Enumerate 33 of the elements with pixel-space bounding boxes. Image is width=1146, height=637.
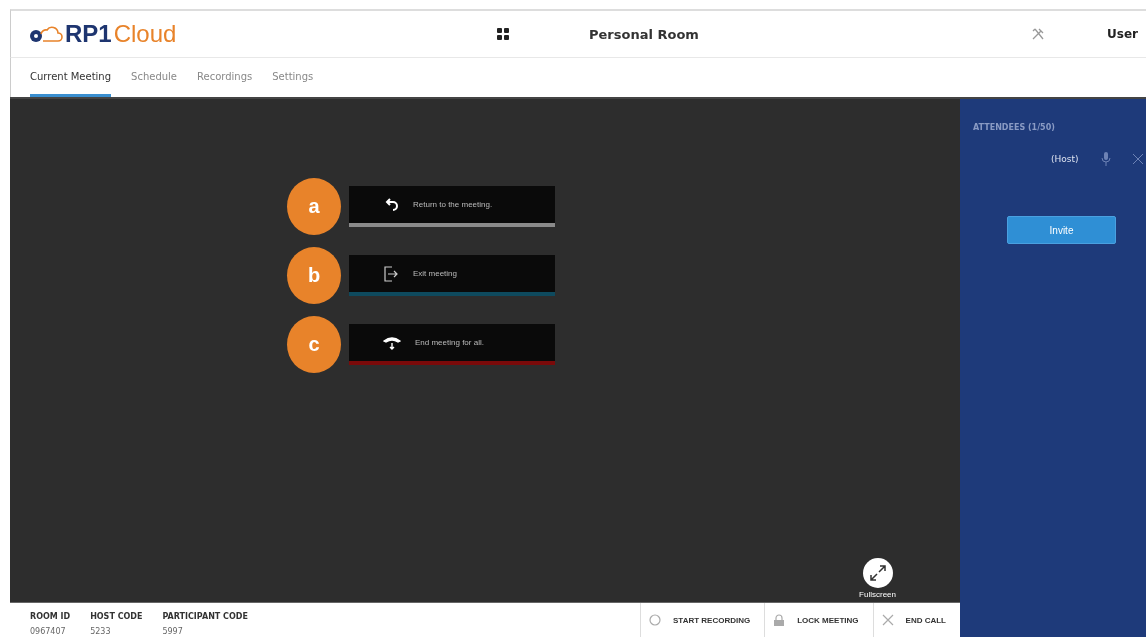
info-value: 5233 (90, 627, 112, 636)
fullscreen-button[interactable]: Fullscreen (859, 558, 896, 599)
tab[interactable]: Schedule (131, 58, 177, 97)
tab[interactable]: Settings (272, 58, 314, 97)
attendee-name: (Host) (1051, 154, 1079, 164)
grid-icon[interactable] (497, 28, 509, 40)
info-value: 0967407 (30, 627, 67, 636)
lock-icon (773, 614, 786, 626)
room-title: Personal Room (589, 26, 699, 42)
info-label: ROOM ID (30, 612, 71, 621)
logo: RP1Cloud (29, 20, 481, 48)
microphone-icon[interactable] (1100, 152, 1111, 166)
exit-icon (383, 265, 399, 282)
tools-icon[interactable] (1031, 27, 1046, 41)
step-marker: b (287, 247, 341, 304)
close-icon[interactable] (1132, 154, 1143, 164)
expand-icon (862, 558, 893, 588)
close-icon (881, 614, 894, 626)
tab[interactable]: Recordings (197, 58, 253, 97)
step-marker: a (287, 178, 341, 235)
return-arrow-icon (383, 196, 399, 213)
meeting-option-button[interactable]: End meeting for all. (349, 324, 555, 365)
user-menu[interactable]: User (1107, 27, 1138, 41)
info-label: PARTICIPANT CODE (162, 612, 248, 621)
info-value: 5997 (162, 627, 184, 636)
phone-hangup-icon (383, 334, 401, 351)
step-marker: c (287, 316, 341, 373)
meeting-option-button[interactable]: Exit meeting (349, 255, 555, 296)
meeting-option-button[interactable]: Return to the meeting. (349, 186, 555, 227)
circle-icon (649, 614, 661, 626)
attendees-heading: ATTENDEES (1/50) (973, 123, 1056, 132)
cloud-logo-icon (29, 24, 63, 44)
info-label: HOST CODE (90, 612, 143, 621)
